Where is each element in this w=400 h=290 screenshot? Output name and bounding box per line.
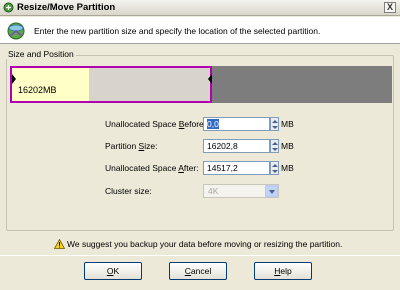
partition-block[interactable]: 16202MB [10,66,212,103]
partition-map[interactable]: 16202MB [10,66,392,103]
unalloc-after-input[interactable]: 14517,2 [203,161,270,175]
ok-button[interactable]: OK [84,262,142,280]
partition-size-input[interactable]: 16202,8 [203,139,270,153]
cluster-size-label: Cluster size: [105,186,152,196]
window-title: Resize/Move Partition [17,2,116,13]
close-icon: X [386,2,393,12]
spin-up-icon[interactable] [272,164,278,167]
warning-icon [54,239,65,249]
spin-up-icon[interactable] [272,142,278,145]
unalloc-after-label: Unallocated Space After: [105,163,199,173]
spin-down-icon[interactable] [272,170,278,173]
partition-size-spinner[interactable] [270,139,279,153]
unalloc-before-label: Unallocated Space Before: [105,119,207,129]
spin-up-icon[interactable] [272,120,278,123]
group-legend: Size and Position [6,49,76,59]
partition-size-label-field: Partition Size: [105,141,158,151]
chevron-down-icon [269,190,275,194]
unalloc-before-input[interactable]: 0,0 [203,117,270,131]
spin-down-icon[interactable] [272,126,278,129]
footer-separator [0,255,400,256]
unalloc-before-spinner[interactable] [270,117,279,131]
header-description: Enter the new partition size and specify… [34,26,321,36]
backup-warning: We suggest you backup your data before m… [54,239,342,249]
dialog-header: Enter the new partition size and specify… [0,17,400,44]
dropdown-button [265,185,278,197]
resize-partition-icon [7,22,25,40]
left-resize-handle[interactable] [12,74,16,84]
partition-app-icon [3,2,14,13]
help-button[interactable]: Help [254,262,312,280]
warning-text: We suggest you backup your data before m… [67,239,343,249]
right-resize-handle[interactable] [208,74,212,84]
title-bar: Resize/Move Partition X [0,0,400,16]
close-button[interactable]: X [384,2,396,13]
cancel-button[interactable]: Cancel [169,262,227,280]
partition-size-unit: MB [281,141,294,151]
unalloc-after-unit: MB [281,163,294,173]
unalloc-after-spinner[interactable] [270,161,279,175]
unalloc-before-unit: MB [281,119,294,129]
spin-down-icon[interactable] [272,148,278,151]
partition-size-label: 16202MB [18,85,57,95]
